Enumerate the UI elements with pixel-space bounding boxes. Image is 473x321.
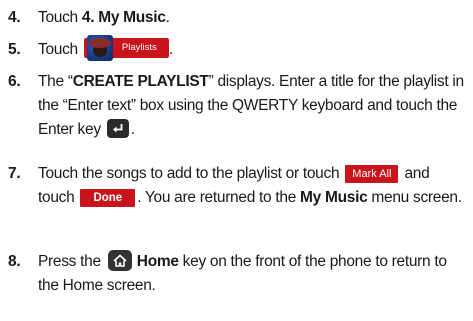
step-6: 6. The “CREATE PLAYLIST” displays. Enter… (8, 70, 469, 142)
step-text: The “CREATE PLAYLIST” displays. Enter a … (38, 73, 464, 138)
enter-key-icon (106, 119, 129, 138)
step-number: 5. (8, 41, 21, 58)
step-number: 6. (8, 73, 21, 90)
home-key-icon (107, 250, 132, 271)
step-number: 8. (8, 253, 21, 270)
mark-all-button-image: Mark All (345, 165, 399, 183)
menu-item-my-music: 4. My Music (81, 9, 166, 26)
step-number: 7. (8, 165, 21, 182)
screen-title-create-playlist: CREATE PLAYLIST (72, 73, 209, 90)
step-text: Press the Home key on the front of the p… (38, 250, 469, 298)
step-text: Touch Playlists. (38, 35, 469, 62)
done-button-image: Done (80, 189, 136, 207)
step-text: Touch 4. My Music. (38, 9, 170, 26)
step-number: 4. (8, 9, 21, 26)
step-5: 5. Touch Playlists. (8, 35, 469, 62)
playlists-button-label: Playlists (121, 42, 157, 53)
playlists-thumbnail-icon (86, 35, 113, 61)
step-8: 8. Press the Home key on the front of th… (8, 250, 469, 298)
step-text: Touch the songs to add to the playlist o… (38, 165, 462, 207)
instructions-page: 4. Touch 4. My Music. 5. Touch Playlists… (0, 0, 473, 321)
step-7: 7. Touch the songs to add to the playlis… (8, 162, 469, 210)
playlists-button-image: Playlists (83, 35, 169, 61)
step-4: 4. Touch 4. My Music. (8, 6, 469, 30)
menu-name-my-music: My Music (300, 189, 368, 206)
home-key-label: Home (136, 253, 179, 270)
